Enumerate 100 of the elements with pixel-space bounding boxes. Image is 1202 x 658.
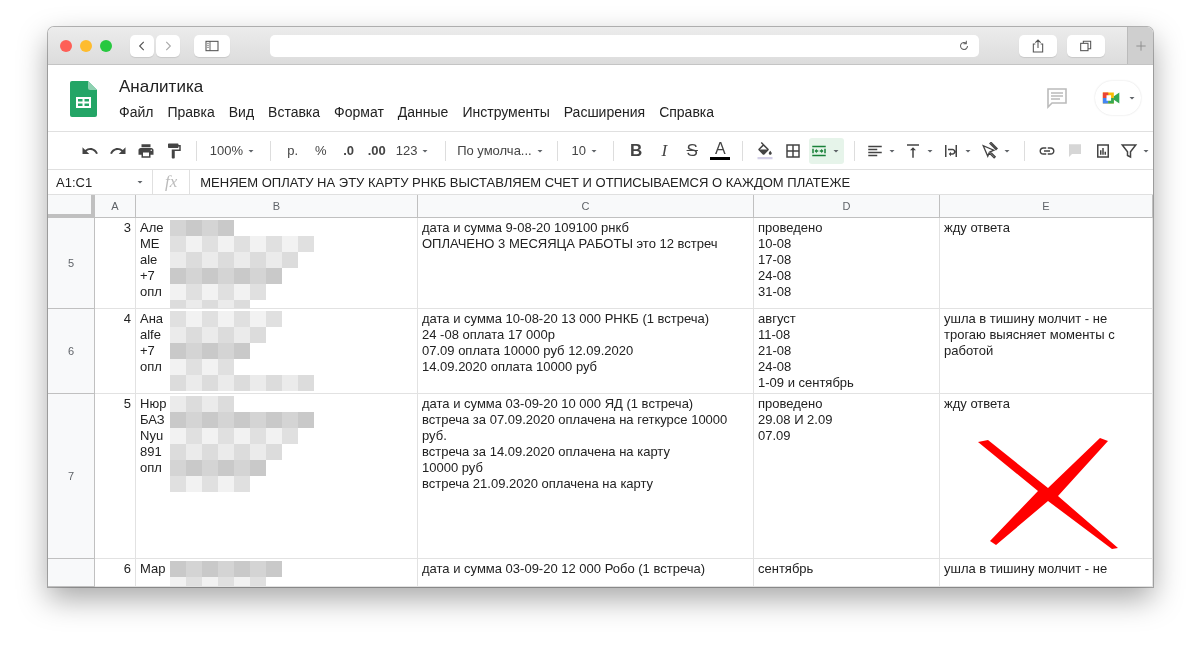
table-cell: 24-08 xyxy=(758,359,792,375)
table-cell: дата и сумма 03-09-20 10 000 ЯД (1 встреча) xyxy=(422,396,694,412)
table-cell: проведено xyxy=(758,220,823,236)
table-cell: БАЗ xyxy=(140,412,165,428)
table-cell: встреча за 14.09.2020 оплачена на карту xyxy=(422,444,670,460)
table-cell: 5 xyxy=(123,396,131,411)
table-cell: ale xyxy=(140,252,158,268)
table-cell: сентябрь xyxy=(758,561,814,577)
decimal-button[interactable]: .0 xyxy=(336,137,361,164)
table-cell: 891 xyxy=(140,444,162,460)
menu-item[interactable]: Вид xyxy=(221,101,262,123)
tabs-button[interactable] xyxy=(1067,34,1105,57)
table-cell: опл xyxy=(140,460,162,476)
table-cell: +7 xyxy=(140,268,155,284)
table-cell: август xyxy=(758,311,796,327)
row-header[interactable]: 5 xyxy=(48,218,95,309)
table-cell: alfe xyxy=(140,327,161,343)
format-button[interactable]: % xyxy=(308,137,333,164)
paint-roller-icon xyxy=(165,141,183,160)
table-cell: 3 xyxy=(123,220,131,235)
address-field[interactable] xyxy=(270,34,979,57)
dropdown-button[interactable]: 100% xyxy=(206,137,260,164)
menu-item[interactable]: Правка xyxy=(160,101,222,123)
table-cell: Нюр xyxy=(140,396,167,412)
comment-history-icon xyxy=(1045,86,1069,110)
menu-item[interactable]: Формат xyxy=(327,101,391,123)
share-icon xyxy=(1030,37,1046,54)
table-cell: 21-08 xyxy=(758,343,792,359)
table-cell: 4 xyxy=(123,311,131,326)
table-cell: ушла в тишину молчит - не xyxy=(944,561,1108,576)
menu-item[interactable]: Файл xyxy=(112,101,161,123)
table-cell: 10000 руб xyxy=(422,460,483,476)
dropdown-button[interactable]: По умолча... xyxy=(455,137,548,164)
sheets-logo-icon xyxy=(70,81,97,117)
share-button[interactable] xyxy=(1019,34,1057,57)
table-cell: МЕ xyxy=(140,236,160,252)
table-cell: ОПЛАЧЕНО 3 МЕСЯЯЦА РАБОТЫ это 12 встреч xyxy=(422,236,718,252)
italic-button[interactable]: I xyxy=(652,137,677,164)
table-cell: дата и сумма 03-09-20 12 000 Робо (1 встреча) xyxy=(422,561,705,577)
decimal-button[interactable]: .00 xyxy=(364,137,389,164)
sidebar-button[interactable] xyxy=(194,34,230,57)
menu-item[interactable]: Расширения xyxy=(556,101,653,123)
align-top-icon xyxy=(904,141,922,160)
text-color-button[interactable]: A xyxy=(708,137,733,164)
table-cell: Але xyxy=(140,220,164,236)
table-cell: дата и сумма 9-08-20 109100 рнкб xyxy=(422,220,629,236)
document-title[interactable]: Аналитика xyxy=(119,75,722,99)
table-cell: 17-08 xyxy=(758,252,792,268)
menu-item[interactable]: Вставка xyxy=(261,101,328,123)
column-header[interactable]: A xyxy=(95,195,136,218)
table-cell: жду ответа xyxy=(944,220,1010,235)
borders-icon xyxy=(784,141,803,160)
menu-item[interactable]: Справка xyxy=(652,101,722,123)
column-header[interactable]: E xyxy=(940,195,1153,218)
table-cell: Мар xyxy=(140,561,166,577)
function-label: fx xyxy=(153,170,191,194)
table-cell: Nyu xyxy=(140,428,164,444)
table-cell: 31-08 xyxy=(758,284,792,300)
menu-item[interactable]: Инструменты xyxy=(455,101,557,123)
strikethrough-button[interactable]: S xyxy=(680,137,705,164)
table-cell: дата и сумма 10-08-20 13 000 РНКБ (1 встреча) xyxy=(422,311,710,327)
column-header[interactable]: B xyxy=(136,195,418,218)
table-cell: опл xyxy=(140,284,162,300)
column-header[interactable]: C xyxy=(418,195,754,218)
table-cell: 24 -08 оплата 17 000р xyxy=(422,327,555,343)
table-cell: 24-08 xyxy=(758,268,792,284)
row-header[interactable]: 6 xyxy=(48,309,95,394)
text-rotation-icon xyxy=(980,141,999,160)
table-cell: 10-08 xyxy=(758,236,792,252)
table-cell: 07.09 оплата 10000 руб 12.09.2020 xyxy=(422,343,634,359)
table-cell: +7 xyxy=(140,343,155,359)
table-cell: 11-08 xyxy=(758,327,791,343)
table-cell: 14.09.2020 оплата 10000 руб xyxy=(422,359,598,375)
table-cell: проведено xyxy=(758,396,823,412)
table-cell: ушла в тишину молчит - не трогаю выясняет моменты с работой xyxy=(944,311,1115,358)
back-button[interactable] xyxy=(130,34,154,57)
table-cell-text: встреча за 07.09.2020 оплачена на геткурсе 10000 руб. xyxy=(422,412,729,444)
print-icon xyxy=(137,141,155,160)
table-cell: опл xyxy=(140,359,162,375)
table-cell: 6 xyxy=(123,561,131,576)
dropdown-button[interactable]: 123 xyxy=(392,137,435,164)
meet-button[interactable] xyxy=(1095,81,1141,115)
reload-icon xyxy=(957,38,971,53)
column-header[interactable]: D xyxy=(754,195,940,218)
formula-field[interactable]: МЕНЯЕМ ОПЛАТУ НА ЭТУ КАРТУ РНКБ ВЫСТАВЛЯЕМ СЧЕТ И ОТПИСЫВАЕМСЯ О КАЖДОМ ПЛАТЕЖЕ xyxy=(190,174,851,190)
menu-item[interactable]: Данные xyxy=(390,101,456,123)
table-cell: 07.09 xyxy=(758,428,791,444)
table-cell: встреча 21.09.2020 оплачена на карту xyxy=(422,476,654,492)
filter-icon xyxy=(1119,141,1138,160)
row-header[interactable]: 7 xyxy=(48,394,95,559)
table-cell: жду ответа xyxy=(944,396,1010,411)
plus-icon xyxy=(1133,38,1148,53)
table-cell: 29.08 И 2.09 xyxy=(758,412,833,428)
dropdown-button[interactable]: 10 xyxy=(568,137,604,164)
fill-color-icon xyxy=(756,141,775,160)
bold-button[interactable]: B xyxy=(624,137,649,164)
format-button[interactable]: р. xyxy=(280,137,305,164)
name-box[interactable]: A1:C1 xyxy=(56,174,93,190)
table-cell: Ана xyxy=(140,311,164,327)
merge-cells-button[interactable] xyxy=(809,137,844,164)
